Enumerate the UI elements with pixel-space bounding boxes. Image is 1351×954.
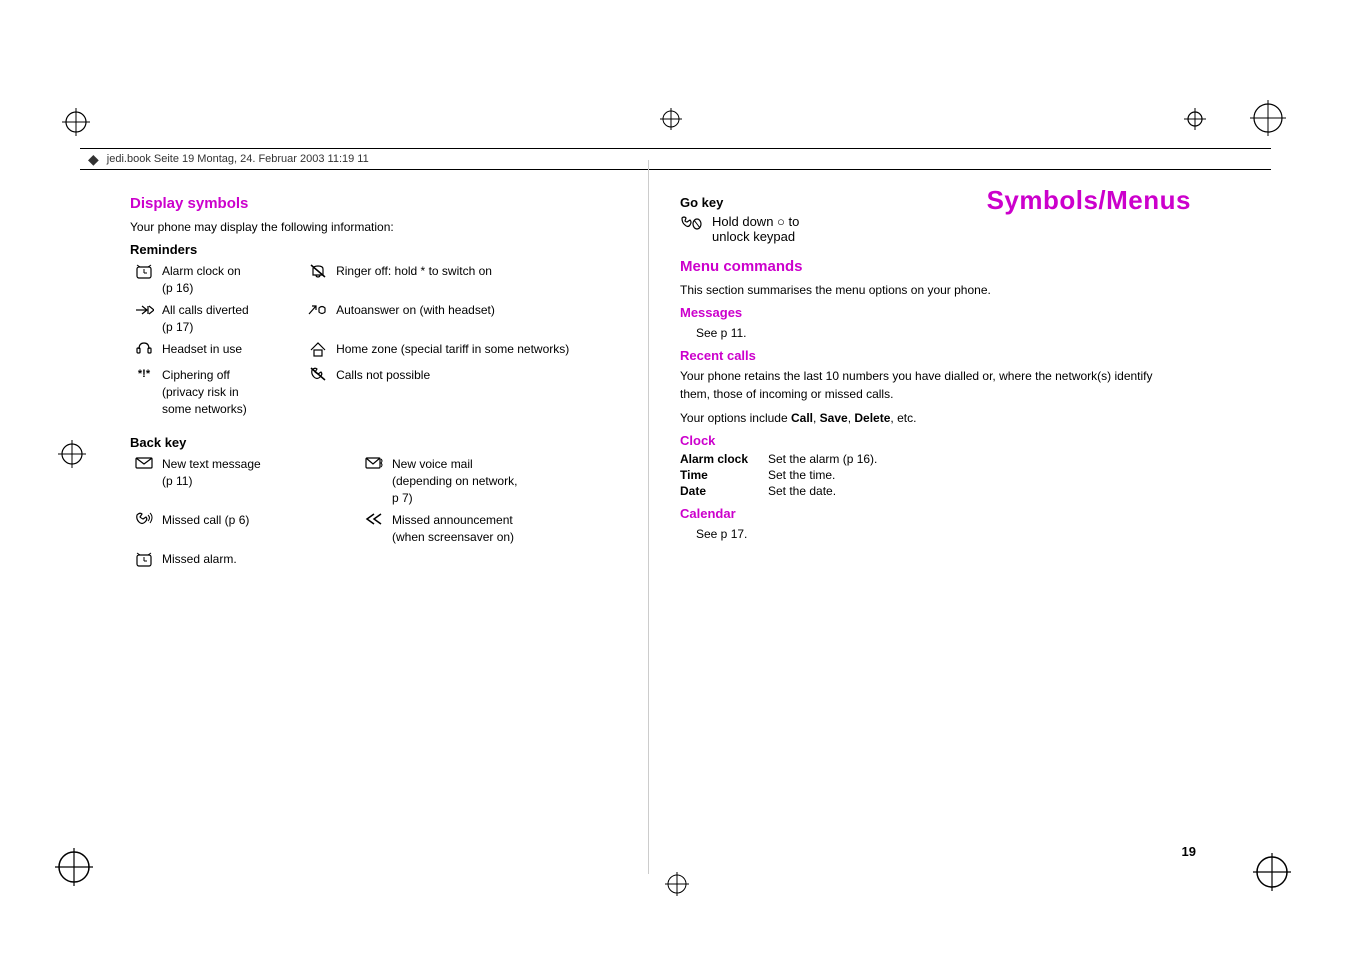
column-divider bbox=[648, 160, 649, 874]
date-desc: Set the date. bbox=[768, 484, 836, 498]
clock-items: Alarm clock Set the alarm (p 16). Time S… bbox=[680, 452, 1180, 498]
backkey-text-2: New voice mail(depending on network,p 7) bbox=[388, 454, 590, 510]
backkey-text-empty bbox=[388, 549, 590, 577]
gokey-text-line1: Hold down ○ to bbox=[712, 214, 799, 229]
reminder-icon-4 bbox=[304, 300, 332, 339]
date-term: Date bbox=[680, 484, 760, 498]
menu-commands-heading: Menu commands bbox=[680, 258, 1180, 275]
right-column: Go key Hold down ○ to unlock keypad Menu… bbox=[680, 195, 1180, 549]
reminder-icon-2 bbox=[304, 261, 332, 300]
messages-text: See p 11. bbox=[696, 324, 1180, 342]
gokey-heading: Go key bbox=[680, 195, 1180, 210]
reg-mark-top-right bbox=[1250, 100, 1286, 139]
reminder-text-1: Alarm clock on(p 16) bbox=[158, 261, 304, 300]
recent-calls-text1: Your phone retains the last 10 numbers y… bbox=[680, 367, 1180, 403]
display-symbols-heading: Display symbols bbox=[130, 195, 590, 212]
reminder-row-3: Headset in use Home zone (special tariff… bbox=[130, 339, 590, 365]
backkey-row-2: Missed call (p 6) Missed announcement(wh… bbox=[130, 510, 590, 549]
reminder-text-4: Autoanswer on (with headset) bbox=[332, 300, 590, 339]
reminders-heading: Reminders bbox=[130, 242, 590, 257]
page-number: 19 bbox=[1182, 844, 1196, 859]
clock-item-time: Time Set the time. bbox=[680, 468, 1180, 482]
menu-commands-intro: This section summarises the menu options… bbox=[680, 281, 1180, 299]
left-column: Display symbols Your phone may display t… bbox=[130, 195, 590, 587]
reminder-icon-6 bbox=[304, 339, 332, 365]
page: ◆ jedi.book Seite 19 Montag, 24. Februar… bbox=[0, 0, 1351, 954]
calendar-heading: Calendar bbox=[680, 506, 1180, 521]
reminder-text-2: Ringer off: hold * to switch on bbox=[332, 261, 590, 300]
calendar-text: See p 17. bbox=[696, 525, 1180, 543]
reminder-icon-8 bbox=[304, 365, 332, 421]
reg-mark-bottom-center bbox=[665, 872, 689, 899]
reminder-text-5: Headset in use bbox=[158, 339, 304, 365]
header-bar: ◆ jedi.book Seite 19 Montag, 24. Februar… bbox=[80, 148, 1271, 170]
recent-calls-text2: Your options include Call, Save, Delete,… bbox=[680, 409, 1180, 427]
reg-mark-bottom-left bbox=[55, 848, 93, 889]
reminder-icon-7: *!* bbox=[130, 365, 158, 421]
reminder-text-7: Ciphering off(privacy risk insome networ… bbox=[158, 365, 304, 421]
backkey-icon-2 bbox=[360, 454, 388, 510]
reminder-row-1: Alarm clock on(p 16) Ringer off: hold * … bbox=[130, 261, 590, 300]
reg-mark-top-center bbox=[660, 108, 682, 133]
reminder-row-2: All calls diverted(p 17) Autoanswer on (… bbox=[130, 300, 590, 339]
clock-item-date: Date Set the date. bbox=[680, 484, 1180, 498]
reg-mark-top-left bbox=[62, 108, 90, 139]
header-filename: jedi.book Seite 19 Montag, 24. Februar 2… bbox=[107, 153, 369, 165]
reminder-text-3: All calls diverted(p 17) bbox=[158, 300, 304, 339]
backkey-row-1: New text message(p 11) New voice mail(de… bbox=[130, 454, 590, 510]
backkey-icon-empty bbox=[360, 549, 388, 577]
backkey-text-3: Missed call (p 6) bbox=[158, 510, 360, 549]
backkey-row-3: Missed alarm. bbox=[130, 549, 590, 577]
reg-mark-top-right-small bbox=[1184, 108, 1206, 133]
reminder-icon-1 bbox=[130, 261, 158, 300]
reg-mark-left-center bbox=[58, 440, 86, 471]
clock-heading: Clock bbox=[680, 433, 1180, 448]
backkey-icon-3 bbox=[130, 510, 158, 549]
backkey-text-4: Missed announcement(when screensaver on) bbox=[388, 510, 590, 549]
gokey-description: Hold down ○ to unlock keypad bbox=[712, 214, 799, 244]
reminder-icon-5 bbox=[130, 339, 158, 365]
backkey-text-5: Missed alarm. bbox=[158, 549, 360, 577]
alarm-clock-desc: Set the alarm (p 16). bbox=[768, 452, 877, 466]
backkey-icon-4 bbox=[360, 510, 388, 549]
alarm-clock-term: Alarm clock bbox=[680, 452, 760, 466]
backkey-heading: Back key bbox=[130, 435, 590, 450]
reminder-row-4: *!* Ciphering off(privacy risk insome ne… bbox=[130, 365, 590, 421]
reminder-text-8: Calls not possible bbox=[332, 365, 590, 421]
reg-mark-bottom-right bbox=[1253, 853, 1291, 894]
gokey-text-line2: unlock keypad bbox=[712, 229, 795, 244]
time-desc: Set the time. bbox=[768, 468, 835, 482]
reminder-icon-3 bbox=[130, 300, 158, 339]
messages-heading: Messages bbox=[680, 305, 1180, 320]
backkey-table: New text message(p 11) New voice mail(de… bbox=[130, 454, 590, 577]
gokey-icon bbox=[680, 216, 702, 235]
backkey-text-1: New text message(p 11) bbox=[158, 454, 360, 510]
gokey-section: Hold down ○ to unlock keypad bbox=[680, 214, 1180, 244]
backkey-icon-5 bbox=[130, 549, 158, 577]
clock-item-alarm: Alarm clock Set the alarm (p 16). bbox=[680, 452, 1180, 466]
recent-calls-heading: Recent calls bbox=[680, 348, 1180, 363]
time-term: Time bbox=[680, 468, 760, 482]
backkey-icon-1 bbox=[130, 454, 158, 510]
header-diamond-icon: ◆ bbox=[88, 151, 99, 168]
reminder-text-6: Home zone (special tariff in some networ… bbox=[332, 339, 590, 365]
reminders-table: Alarm clock on(p 16) Ringer off: hold * … bbox=[130, 261, 590, 421]
display-symbols-intro: Your phone may display the following inf… bbox=[130, 218, 590, 236]
